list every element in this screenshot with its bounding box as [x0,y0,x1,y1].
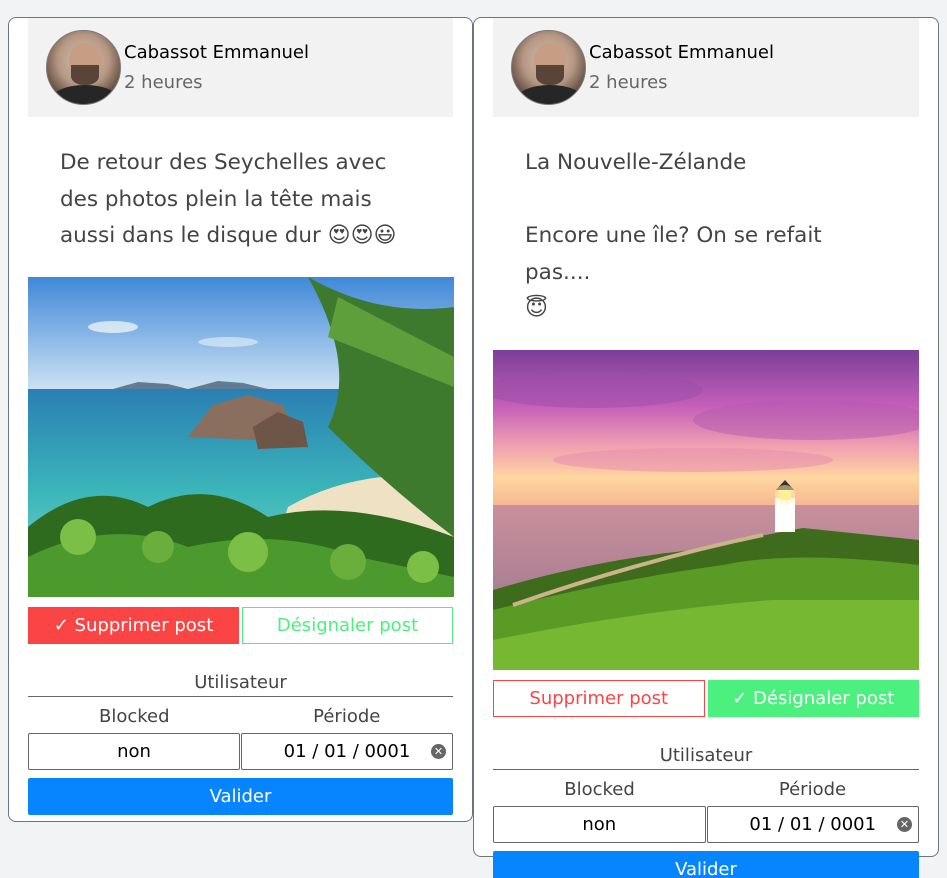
period-label: Période [778,778,847,800]
post-text-line1: La Nouvelle-Zélande [525,150,747,175]
admin-labels: Blocked Période [493,778,919,802]
avatar[interactable] [46,30,121,105]
period-date-input[interactable]: 01 / 01 / 0001 ✕ [241,732,453,770]
validate-button[interactable]: Valider [28,777,453,815]
post-card: Cabassot Emmanuel 2 heures De retour des… [8,17,473,822]
post-time: 2 heures [589,71,668,93]
period-value: 01 / 01 / 0001 [749,813,877,835]
post-header: Cabassot Emmanuel 2 heures [493,18,919,117]
moderation-buttons: Supprimer post ✓ Désignaler post [493,679,919,717]
admin-title: Utilisateur [28,671,453,697]
user-admin-panel: Utilisateur Blocked Période non 01 / 01 … [493,744,919,878]
lighthouse-photo[interactable] [493,349,919,670]
admin-fields: non 01 / 01 / 0001 ✕ [28,732,453,770]
period-date-input[interactable]: 01 / 01 / 0001 ✕ [706,805,919,843]
post-text-line2: Encore une île? On se refait pas.... [525,223,822,285]
beach-photo[interactable] [28,276,454,597]
post-meta: Cabassot Emmanuel 2 heures [124,38,309,98]
unflag-post-button[interactable]: Désignaler post [242,606,453,644]
post-text: La Nouvelle-Zélande Encore une île? On s… [493,117,919,350]
blocked-label: Blocked [564,778,635,800]
post-time: 2 heures [124,71,203,93]
validate-button[interactable]: Valider [493,850,919,878]
author-name[interactable]: Cabassot Emmanuel [589,38,774,68]
period-label: Période [313,705,381,727]
blocked-select[interactable]: non [493,805,706,843]
admin-title: Utilisateur [493,744,919,770]
blocked-value: non [582,813,617,835]
delete-post-button[interactable]: Supprimer post [493,679,705,717]
blocked-value: non [117,740,151,762]
post-meta: Cabassot Emmanuel 2 heures [589,38,774,98]
moderation-buttons: ✓ Supprimer post Désignaler post [28,606,453,644]
blocked-label: Blocked [98,705,170,727]
post-card: Cabassot Emmanuel 2 heures La Nouvelle-Z… [473,17,939,878]
blocked-select[interactable]: non [28,732,240,770]
post-text: De retour des Seychelles avec des photos… [28,117,453,277]
post-emojis: 😍😍😃 [327,223,397,248]
user-admin-panel: Utilisateur Blocked Période non 01 / 01 … [28,671,453,815]
page: Cabassot Emmanuel 2 heures De retour des… [0,0,947,878]
unflag-post-button[interactable]: ✓ Désignaler post [707,679,919,717]
delete-post-button[interactable]: ✓ Supprimer post [28,606,239,644]
post-header: Cabassot Emmanuel 2 heures [28,18,453,117]
author-name[interactable]: Cabassot Emmanuel [124,38,309,68]
period-value: 01 / 01 / 0001 [283,740,411,762]
admin-labels: Blocked Période [28,705,453,729]
post-emojis: 😇 [525,296,548,321]
clear-icon[interactable]: ✕ [897,816,912,832]
avatar[interactable] [511,30,586,105]
clear-icon[interactable]: ✕ [431,743,446,759]
admin-fields: non 01 / 01 / 0001 ✕ [493,805,919,843]
